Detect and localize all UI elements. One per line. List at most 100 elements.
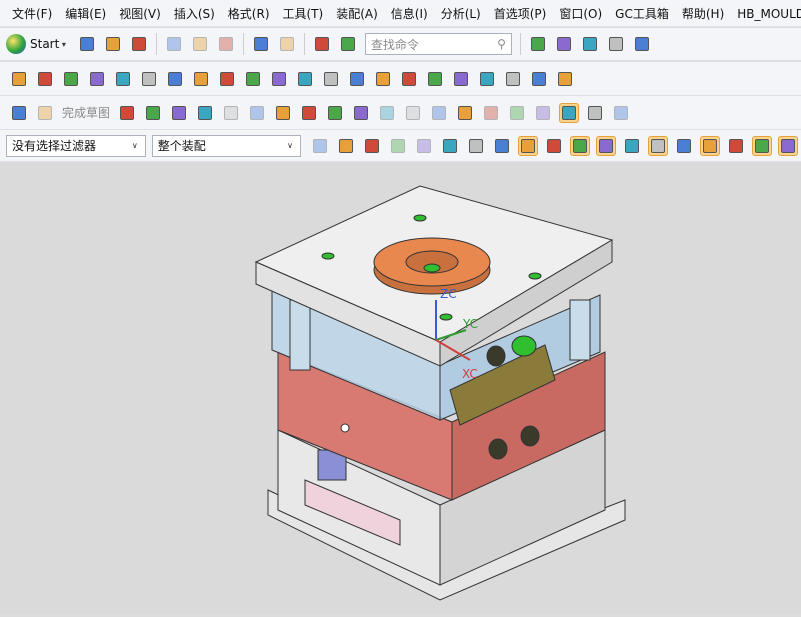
block-icon[interactable]	[113, 69, 133, 89]
parallel-constraint-icon[interactable]	[533, 103, 553, 123]
general-select-icon[interactable]	[336, 136, 356, 156]
selection-options-icon[interactable]	[310, 136, 330, 156]
add-to-selection-icon[interactable]	[362, 136, 382, 156]
select-face-icon[interactable]	[466, 136, 486, 156]
menu-item[interactable]: 窗口(O)	[559, 7, 602, 21]
polygon-points-icon[interactable]	[299, 103, 319, 123]
line-icon[interactable]	[143, 103, 163, 123]
folder-orange-icon[interactable]	[606, 34, 626, 54]
finish-sketch-flag-icon[interactable]	[35, 103, 55, 123]
offset-face-icon[interactable]	[191, 69, 211, 89]
quick-extend-icon[interactable]	[403, 103, 423, 123]
redo-icon[interactable]	[277, 34, 297, 54]
sweep-icon[interactable]	[347, 69, 367, 89]
bounded-plane-icon[interactable]	[451, 69, 471, 89]
datum-plane-icon[interactable]	[35, 69, 55, 89]
type-filter-select[interactable]: 没有选择过滤器∨	[6, 135, 146, 157]
pattern-feature-icon[interactable]	[217, 69, 237, 89]
sketch-toolbar: 完成草图	[0, 96, 801, 130]
snap-center-icon[interactable]	[544, 136, 564, 156]
select-body-icon[interactable]	[492, 136, 512, 156]
snap-curve-icon[interactable]	[622, 136, 642, 156]
menu-item[interactable]: 首选项(P)	[494, 7, 547, 21]
profile-icon[interactable]	[117, 103, 137, 123]
display-constraints-icon[interactable]	[585, 103, 605, 123]
copy-icon[interactable]	[190, 34, 210, 54]
quick-trim-icon[interactable]	[377, 103, 397, 123]
snap-arc-center-icon[interactable]	[700, 136, 720, 156]
box-body-icon[interactable]	[321, 69, 341, 89]
menu-item[interactable]: 格式(R)	[228, 7, 270, 21]
mold-assembly-model: ZC YC XC	[0, 162, 801, 614]
fillet-icon[interactable]	[221, 103, 241, 123]
pattern-grid-icon[interactable]	[243, 69, 263, 89]
point-icon[interactable]	[325, 103, 345, 123]
snap-existing-point-icon[interactable]	[752, 136, 772, 156]
revolve-icon[interactable]	[87, 69, 107, 89]
auto-constraint-icon[interactable]	[559, 103, 579, 123]
folder-green-icon[interactable]	[632, 34, 652, 54]
perpendicular-constraint-icon[interactable]	[481, 103, 501, 123]
edge-blend-icon[interactable]	[529, 69, 549, 89]
circle-icon[interactable]	[195, 103, 215, 123]
snap-control-point-icon[interactable]	[648, 136, 668, 156]
render-style-icon[interactable]	[554, 34, 574, 54]
unite-icon[interactable]	[269, 69, 289, 89]
menu-item[interactable]: 插入(S)	[174, 7, 215, 21]
rapid-dimension-icon[interactable]	[455, 103, 475, 123]
surface-yellow-icon[interactable]	[477, 69, 497, 89]
repeat-command-icon[interactable]	[312, 34, 332, 54]
shaded-cube-icon[interactable]	[580, 34, 600, 54]
undo-icon[interactable]	[251, 34, 271, 54]
derived-lines-icon[interactable]	[351, 103, 371, 123]
menu-item[interactable]: 视图(V)	[119, 7, 161, 21]
fit-view-icon[interactable]	[528, 34, 548, 54]
snap-all-points-icon[interactable]	[518, 136, 538, 156]
menu-item[interactable]: 分析(L)	[441, 7, 481, 21]
new-file-icon[interactable]	[77, 34, 97, 54]
start-button[interactable]: Start ▾	[6, 34, 68, 54]
rectangle-icon[interactable]	[273, 103, 293, 123]
open-folder-icon[interactable]	[103, 34, 123, 54]
extrude-orange-icon[interactable]	[61, 69, 81, 89]
selection-scope-select[interactable]: 整个装配∨	[152, 135, 301, 157]
face-shade-icon[interactable]	[425, 69, 445, 89]
information-icon[interactable]	[338, 34, 358, 54]
snap-point-icon[interactable]	[388, 136, 408, 156]
finish-sketch-label[interactable]: 完成草图	[62, 104, 110, 121]
tangent-constraint-icon[interactable]	[507, 103, 527, 123]
snap-endpoint-icon[interactable]	[570, 136, 590, 156]
box-select-icon[interactable]	[440, 136, 460, 156]
cylinder-face-icon[interactable]	[399, 69, 419, 89]
menu-item[interactable]: 编辑(E)	[65, 7, 106, 21]
emboss-icon[interactable]	[165, 69, 185, 89]
cut-icon[interactable]	[164, 34, 184, 54]
paste-icon[interactable]	[216, 34, 236, 54]
sheet-body-icon[interactable]	[373, 69, 393, 89]
snap-intersection-icon[interactable]	[674, 136, 694, 156]
arc-icon[interactable]	[169, 103, 189, 123]
snap-chain-icon[interactable]	[414, 136, 434, 156]
save-icon[interactable]	[129, 34, 149, 54]
snap-on-curve-icon[interactable]	[778, 136, 798, 156]
menu-item[interactable]: 装配(A)	[336, 7, 378, 21]
menu-item[interactable]: 工具(T)	[283, 7, 324, 21]
convert-reference-icon[interactable]	[611, 103, 631, 123]
add-new-icon[interactable]	[555, 69, 575, 89]
command-search-input[interactable]: 查找命令⚲	[365, 33, 512, 55]
chamfer-icon[interactable]	[247, 103, 267, 123]
trim-sheet-icon[interactable]	[503, 69, 523, 89]
sketch-new-icon[interactable]	[9, 103, 29, 123]
make-corner-icon[interactable]	[429, 103, 449, 123]
subtract-icon[interactable]	[295, 69, 315, 89]
graphics-viewport[interactable]: ZC YC XC	[0, 162, 801, 614]
menu-item[interactable]: 信息(I)	[391, 7, 428, 21]
shell-icon[interactable]	[139, 69, 159, 89]
sketch-icon[interactable]	[9, 69, 29, 89]
snap-quadrant-icon[interactable]	[726, 136, 746, 156]
snap-midpoint-icon[interactable]	[596, 136, 616, 156]
menu-item[interactable]: HB_MOULD	[737, 7, 801, 21]
menu-item[interactable]: GC工具箱	[615, 7, 669, 21]
menu-item[interactable]: 文件(F)	[12, 7, 52, 21]
menu-item[interactable]: 帮助(H)	[682, 7, 724, 21]
